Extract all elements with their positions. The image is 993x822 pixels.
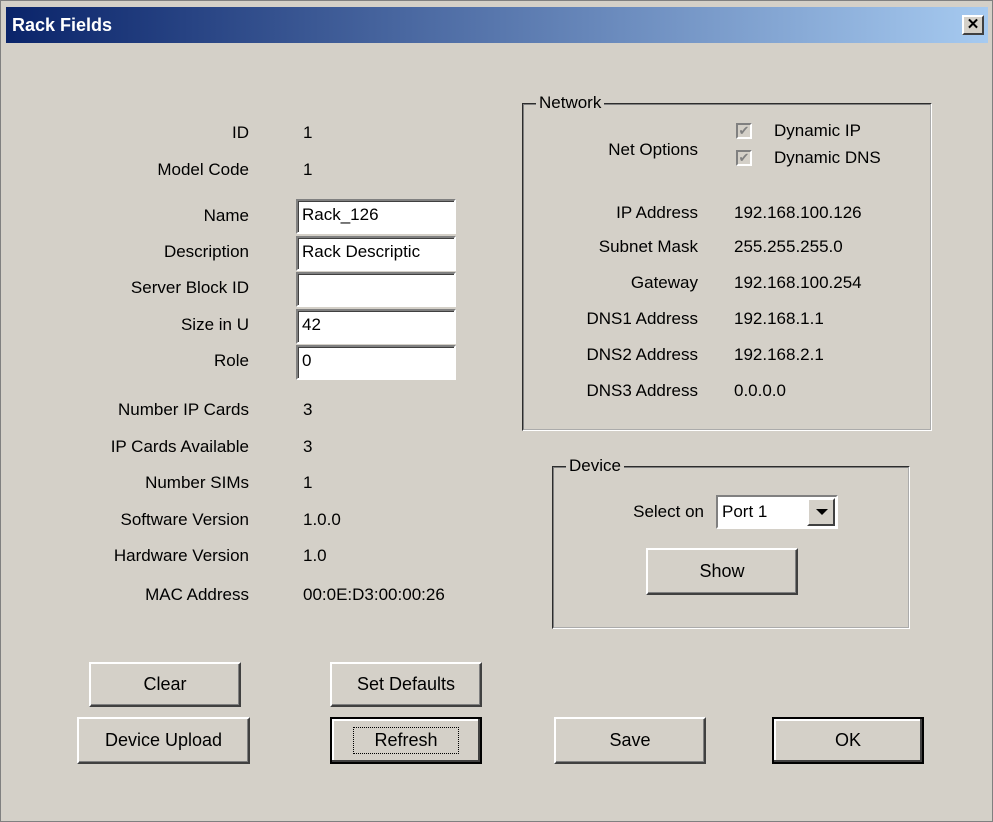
model-code-label: Model Code xyxy=(157,160,249,179)
select-on-label: Select on xyxy=(633,502,704,521)
number-ip-cards-label: Number IP Cards xyxy=(117,400,249,419)
description-field[interactable]: Rack Descriptic xyxy=(296,236,456,271)
hardware-version-value: 1.0 xyxy=(303,546,327,565)
device-upload-button[interactable]: Device Upload xyxy=(77,717,250,764)
dns1-address-value: 192.168.1.1 xyxy=(734,309,824,328)
refresh-label: Refresh xyxy=(353,727,459,754)
dynamic-ip-label: Dynamic IP xyxy=(774,121,861,140)
ip-address-label: IP Address xyxy=(616,203,698,222)
window-title: Rack Fields xyxy=(12,15,113,35)
id-label: ID xyxy=(232,123,249,142)
net-options-label: Net Options xyxy=(608,140,698,159)
clear-button[interactable]: Clear xyxy=(89,662,241,707)
dns3-address-label: DNS3 Address xyxy=(586,381,699,400)
dynamic-dns-checkbox[interactable]: ✔ xyxy=(736,150,752,166)
dynamic-ip-checkbox[interactable]: ✔ xyxy=(736,123,752,139)
port-select[interactable]: Port 1 xyxy=(716,495,838,529)
chevron-down-icon[interactable] xyxy=(807,498,835,526)
subnet-mask-label: Subnet Mask xyxy=(598,237,698,256)
ip-cards-available-value: 3 xyxy=(303,437,313,456)
software-version-label: Software Version xyxy=(120,510,249,529)
close-icon[interactable]: ✕ xyxy=(962,15,984,35)
subnet-mask-value: 255.255.255.0 xyxy=(734,237,843,256)
dns1-address-label: DNS1 Address xyxy=(586,309,699,328)
description-label: Description xyxy=(163,242,249,261)
number-sims-label: Number SIMs xyxy=(145,473,249,492)
device-group: Device Select on Port 1 Show xyxy=(552,456,910,629)
role-field[interactable]: 0 xyxy=(296,345,456,380)
number-ip-cards-value: 3 xyxy=(303,400,313,419)
number-sims-value: 1 xyxy=(303,473,313,492)
set-defaults-button[interactable]: Set Defaults xyxy=(330,662,482,707)
save-button[interactable]: Save xyxy=(554,717,706,764)
gateway-value: 192.168.100.254 xyxy=(734,273,862,292)
size-in-u-field[interactable]: 42 xyxy=(296,309,456,344)
dns2-address-label: DNS2 Address xyxy=(586,345,699,364)
checkmark-icon: ✔ xyxy=(738,150,750,165)
checkmark-icon: ✔ xyxy=(738,123,750,138)
ok-button[interactable]: OK xyxy=(772,717,924,764)
name-label: Name xyxy=(203,206,249,225)
title-bar[interactable]: Rack Fields ✕ xyxy=(6,7,988,43)
server-block-id-label: Server Block ID xyxy=(130,278,249,297)
name-field[interactable]: Rack_126 xyxy=(296,199,456,234)
refresh-button[interactable]: Refresh xyxy=(330,717,482,764)
ip-cards-available-label: IP Cards Available xyxy=(110,437,249,456)
ip-address-value: 192.168.100.126 xyxy=(734,203,862,222)
dynamic-dns-label: Dynamic DNS xyxy=(774,148,881,167)
mac-address-value: 00:0E:D3:00:00:26 xyxy=(303,585,445,604)
hardware-version-label: Hardware Version xyxy=(113,546,249,565)
gateway-label: Gateway xyxy=(630,273,698,292)
rack-fields-dialog: Rack Fields ✕ ID 1 Model Code 1 Name Rac… xyxy=(0,0,993,822)
show-button[interactable]: Show xyxy=(646,548,798,595)
server-block-id-field[interactable] xyxy=(296,272,456,307)
device-group-title: Device xyxy=(566,456,624,476)
network-group-title: Network xyxy=(536,93,605,113)
size-in-u-label: Size in U xyxy=(180,315,249,334)
dns2-address-value: 192.168.2.1 xyxy=(734,345,824,364)
role-label: Role xyxy=(214,351,249,370)
model-code-value: 1 xyxy=(303,160,313,179)
id-value: 1 xyxy=(303,123,313,142)
software-version-value: 1.0.0 xyxy=(303,510,341,529)
dns3-address-value: 0.0.0.0 xyxy=(734,381,786,400)
network-group: Network Net Options ✔ Dynamic IP ✔ Dynam… xyxy=(522,93,932,431)
port-select-value: Port 1 xyxy=(722,502,768,521)
mac-address-label: MAC Address xyxy=(145,585,249,604)
